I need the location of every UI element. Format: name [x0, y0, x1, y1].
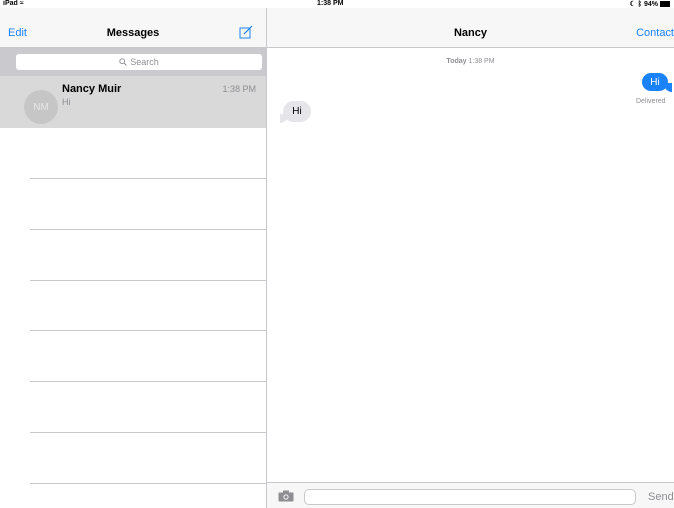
avatar: NM	[24, 90, 58, 124]
device-name: iPad	[3, 0, 18, 7]
list-divider	[30, 229, 266, 230]
timestamp-day: Today	[446, 58, 467, 65]
battery-icon	[660, 1, 670, 7]
chat-nav-bar: Nancy Contact	[267, 8, 674, 48]
timestamp-time: 1:38 PM	[468, 58, 495, 65]
moon-icon: ☾	[629, 1, 636, 8]
status-time: 1:38 PM	[317, 0, 344, 7]
camera-icon[interactable]	[278, 490, 294, 502]
left-nav-bar: Edit Messages	[0, 8, 266, 48]
conversation-list-pane: Edit Messages Search NM Nancy Muir 1:38 …	[0, 8, 267, 508]
contact-button[interactable]: Contact	[636, 27, 674, 39]
compose-icon[interactable]	[239, 25, 253, 39]
search-input[interactable]: Search	[16, 54, 262, 70]
search-bar: Search	[0, 48, 266, 76]
outgoing-message-bubble[interactable]: Hi	[642, 73, 668, 91]
list-divider	[30, 483, 266, 484]
status-bar: iPad ≈ 1:38 PM ☾ ᛒ 94%	[0, 0, 674, 8]
conversation-preview: Hi	[62, 97, 71, 107]
send-button[interactable]: Send	[648, 491, 674, 503]
status-right: ☾ ᛒ 94%	[629, 0, 670, 8]
list-divider	[30, 432, 266, 433]
chat-timestamp: Today 1:38 PM	[267, 58, 674, 65]
incoming-message-bubble[interactable]: Hi	[283, 101, 311, 122]
list-divider	[30, 381, 266, 382]
conversation-name: Nancy Muir	[62, 83, 122, 95]
messages-title: Messages	[106, 27, 160, 39]
conversation-row[interactable]: NM Nancy Muir 1:38 PM Hi	[0, 76, 266, 128]
wifi-icon: ≈	[19, 0, 24, 7]
bluetooth-icon: ᛒ	[637, 0, 642, 8]
conversation-time: 1:38 PM	[222, 84, 256, 94]
message-input[interactable]	[304, 489, 636, 505]
device-label: iPad ≈	[3, 0, 24, 7]
search-placeholder: Search	[130, 57, 159, 67]
message-input-bar: Send	[267, 482, 674, 508]
list-divider	[30, 280, 266, 281]
list-divider	[30, 330, 266, 331]
battery-percent: 94%	[643, 0, 658, 8]
list-divider	[30, 178, 266, 179]
chat-title: Nancy	[453, 27, 488, 39]
delivered-label: Delivered	[636, 98, 666, 105]
search-icon	[119, 58, 128, 66]
